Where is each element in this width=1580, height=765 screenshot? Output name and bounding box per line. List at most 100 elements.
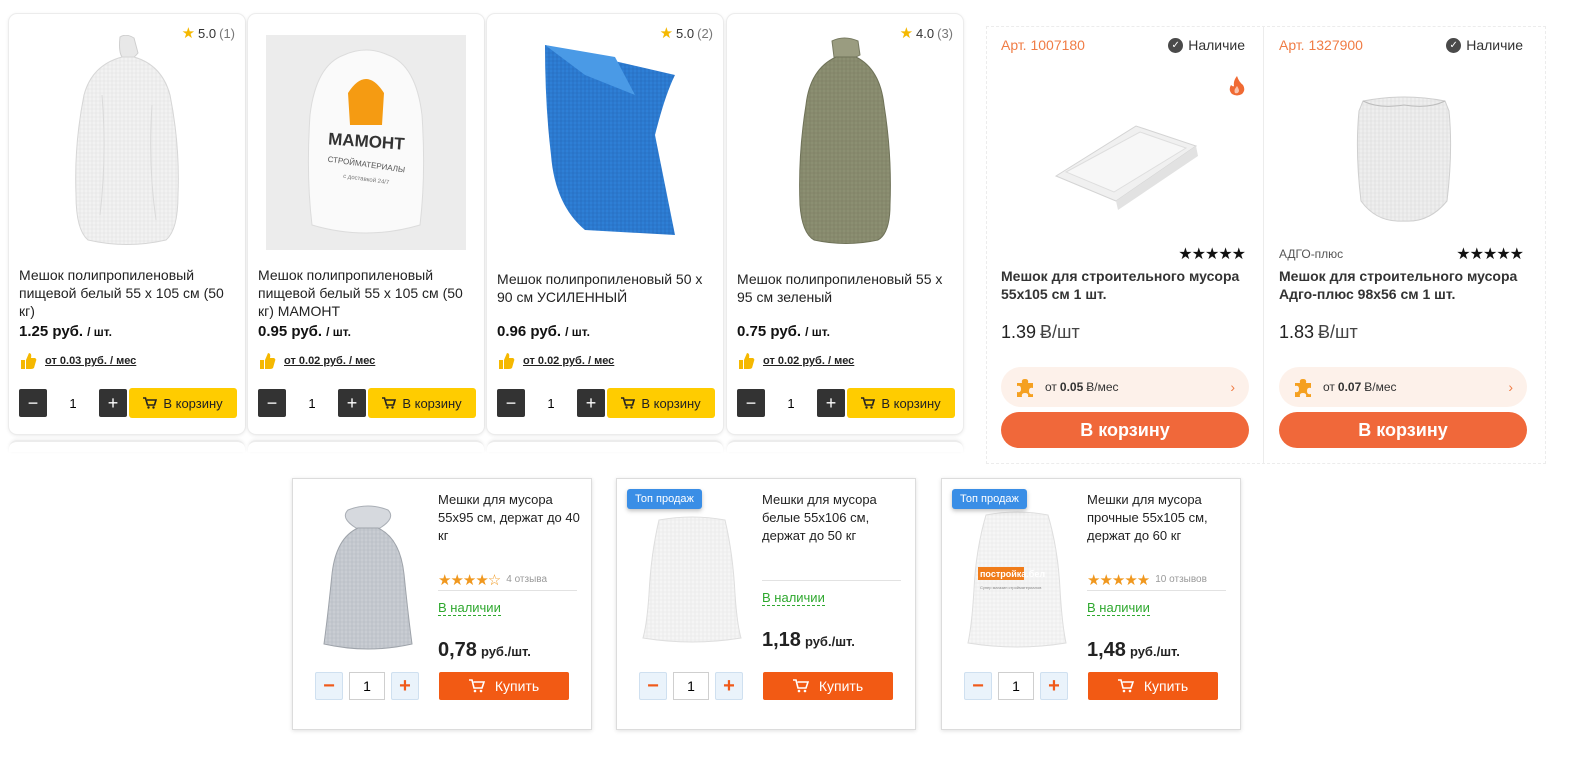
review-count[interactable]: 4 отзыва (506, 574, 547, 585)
installment-unit: Ƀ/мес (1086, 380, 1119, 394)
add-to-cart-button[interactable]: В корзину (368, 388, 476, 418)
sack-gray-image (323, 505, 413, 650)
buy-label: Купить (494, 678, 540, 694)
product-card[interactable]: ★ 5.0 (2) Мешок полипропиленовый 50 x 90 … (487, 14, 723, 442)
quantity-controls: − + (639, 672, 743, 700)
quantity-controls: − + В корзину (258, 388, 476, 418)
installment-link[interactable]: от 0.02 руб. / мес (737, 352, 854, 370)
installment-banner[interactable]: от 0.05 Ƀ/мес › (1001, 367, 1249, 407)
quantity-input[interactable] (998, 672, 1034, 700)
price: 0.75 руб. / шт. (737, 323, 830, 340)
product-card[interactable]: ★ 5.0 (1) Мешок полипропиленовый пищевой … (9, 14, 245, 442)
brand-name[interactable]: АДГО-плюс (1279, 247, 1343, 261)
installment-link[interactable]: от 0.03 руб. / мес (19, 352, 136, 370)
product-title[interactable]: Мешки для мусора белые 55x106 см, держат… (762, 491, 905, 545)
installment-link[interactable]: от 0.02 руб. / мес (258, 352, 375, 370)
product-card[interactable]: Мешки для мусора 55x95 см, держат до 40 … (292, 478, 592, 730)
minus-button[interactable]: − (639, 672, 667, 700)
sack-white-image (1356, 96, 1452, 222)
product-image[interactable]: постройка.бел Супер магазин стройматериа… (952, 499, 1082, 659)
minus-button[interactable]: − (258, 389, 286, 417)
price-value: 1,48 (1087, 639, 1126, 661)
stock-status: В наличии (762, 590, 825, 606)
buy-button[interactable]: Купить (439, 672, 569, 700)
buy-label: Купить (818, 678, 864, 694)
product-title[interactable]: Мешок полипропиленовый 50 x 90 см УСИЛЕН… (497, 270, 715, 306)
product-image[interactable] (303, 499, 433, 659)
product-image[interactable]: МАМОНТ СТРОЙМАТЕРИАЛЫ с доставкой 24/7 (258, 32, 474, 252)
product-title[interactable]: Мешок для строительного мусора Адго-плюс… (1279, 267, 1523, 303)
product-title[interactable]: Мешок для строительного мусора 55x105 см… (1001, 267, 1245, 303)
minus-button[interactable]: − (19, 389, 47, 417)
product-image[interactable] (497, 32, 713, 252)
rating: ★★★★☆ 4 отзыва (438, 569, 577, 591)
product-title[interactable]: Мешок полипропиленовый пищевой белый 55 … (258, 266, 476, 320)
plus-button[interactable]: + (715, 672, 743, 700)
sack-white-image (642, 516, 742, 643)
add-to-cart-button[interactable]: В корзину (129, 388, 237, 418)
product-title[interactable]: Мешок полипропиленовый пищевой белый 55 … (19, 266, 237, 320)
chevron-right-icon: › (1508, 379, 1513, 395)
quantity-input[interactable] (349, 672, 385, 700)
buy-button[interactable]: Купить (1088, 672, 1218, 700)
quantity-input[interactable] (286, 389, 338, 417)
review-count[interactable]: 10 отзывов (1155, 574, 1207, 585)
installment-text[interactable]: от 0.03 руб. / мес (45, 355, 136, 367)
top-sales-badge: Топ продаж (627, 489, 702, 509)
price-unit: Ƀ/шт (1318, 322, 1358, 342)
product-image[interactable] (1279, 76, 1529, 246)
product-card[interactable]: МАМОНТ СТРОЙМАТЕРИАЛЫ с доставкой 24/7 М… (248, 14, 484, 442)
price-value: 1.83 (1279, 322, 1315, 342)
product-image[interactable] (737, 32, 953, 252)
price-value: 1,18 (762, 629, 801, 651)
minus-button[interactable]: − (964, 672, 992, 700)
product-card[interactable]: ★ 4.0 (3) Мешок полипропиленовый 55 x 95 … (727, 14, 963, 442)
plus-button[interactable]: + (1040, 672, 1068, 700)
price-unit: руб./шт. (804, 634, 855, 649)
plus-button[interactable]: + (391, 672, 419, 700)
sack-mamont-image: МАМОНТ СТРОЙМАТЕРИАЛЫ с доставкой 24/7 (266, 34, 466, 250)
product-card[interactable]: Арт. 1007180 ✓ Наличие ★★★★★ Мешок для с… (987, 26, 1265, 464)
add-to-cart-button[interactable]: В корзину (1001, 412, 1249, 448)
quantity-controls: − + В корзину (497, 388, 715, 418)
plus-button[interactable]: + (338, 389, 366, 417)
product-image[interactable] (627, 499, 757, 659)
cart-label: В корзину (402, 395, 462, 411)
cart-icon (382, 397, 397, 409)
installment-text[interactable]: от 0.02 руб. / мес (284, 355, 375, 367)
product-card[interactable]: Арт. 1327900 ✓ Наличие АДГО-плюс ★★★★★ М… (1265, 26, 1543, 464)
folded-bags-image (1054, 125, 1198, 210)
stock-status: В наличии (438, 600, 501, 616)
plus-button[interactable]: + (577, 389, 605, 417)
installment-banner[interactable]: от 0.07 Ƀ/мес › (1279, 367, 1527, 407)
installment-unit: Ƀ/мес (1364, 380, 1397, 394)
add-to-cart-button[interactable]: В корзину (1279, 412, 1527, 448)
quantity-input[interactable] (525, 389, 577, 417)
price-unit: / шт. (87, 325, 112, 339)
plus-button[interactable]: + (99, 389, 127, 417)
puzzle-icon (1017, 379, 1033, 397)
plus-button[interactable]: + (817, 389, 845, 417)
product-title[interactable]: Мешок полипропиленовый 55 x 95 см зелены… (737, 270, 955, 306)
installment-text[interactable]: от 0.02 руб. / мес (763, 355, 854, 367)
product-card[interactable]: Топ продаж Мешки для мусора белые 55x106… (616, 478, 916, 730)
minus-button[interactable]: − (315, 672, 343, 700)
product-title[interactable]: Мешки для мусора прочные 55x105 см, держ… (1087, 491, 1230, 545)
minus-button[interactable]: − (737, 389, 765, 417)
installment-link[interactable]: от 0.02 руб. / мес (497, 352, 614, 370)
quantity-controls: − + (315, 672, 419, 700)
rating-stars: ★★★★★ (1087, 571, 1150, 589)
product-image[interactable] (1001, 76, 1251, 246)
quantity-input[interactable] (47, 389, 99, 417)
add-to-cart-button[interactable]: В корзину (847, 388, 955, 418)
buy-button[interactable]: Купить (763, 672, 893, 700)
quantity-input[interactable] (765, 389, 817, 417)
minus-button[interactable]: − (497, 389, 525, 417)
product-image[interactable] (19, 32, 235, 252)
installment-text[interactable]: от 0.02 руб. / мес (523, 355, 614, 367)
price: 1.39 Ƀ/шт (1001, 322, 1080, 343)
product-title[interactable]: Мешки для мусора 55x95 см, держат до 40 … (438, 491, 581, 545)
product-card[interactable]: постройка.бел Супер магазин стройматериа… (941, 478, 1241, 730)
add-to-cart-button[interactable]: В корзину (607, 388, 715, 418)
quantity-input[interactable] (673, 672, 709, 700)
